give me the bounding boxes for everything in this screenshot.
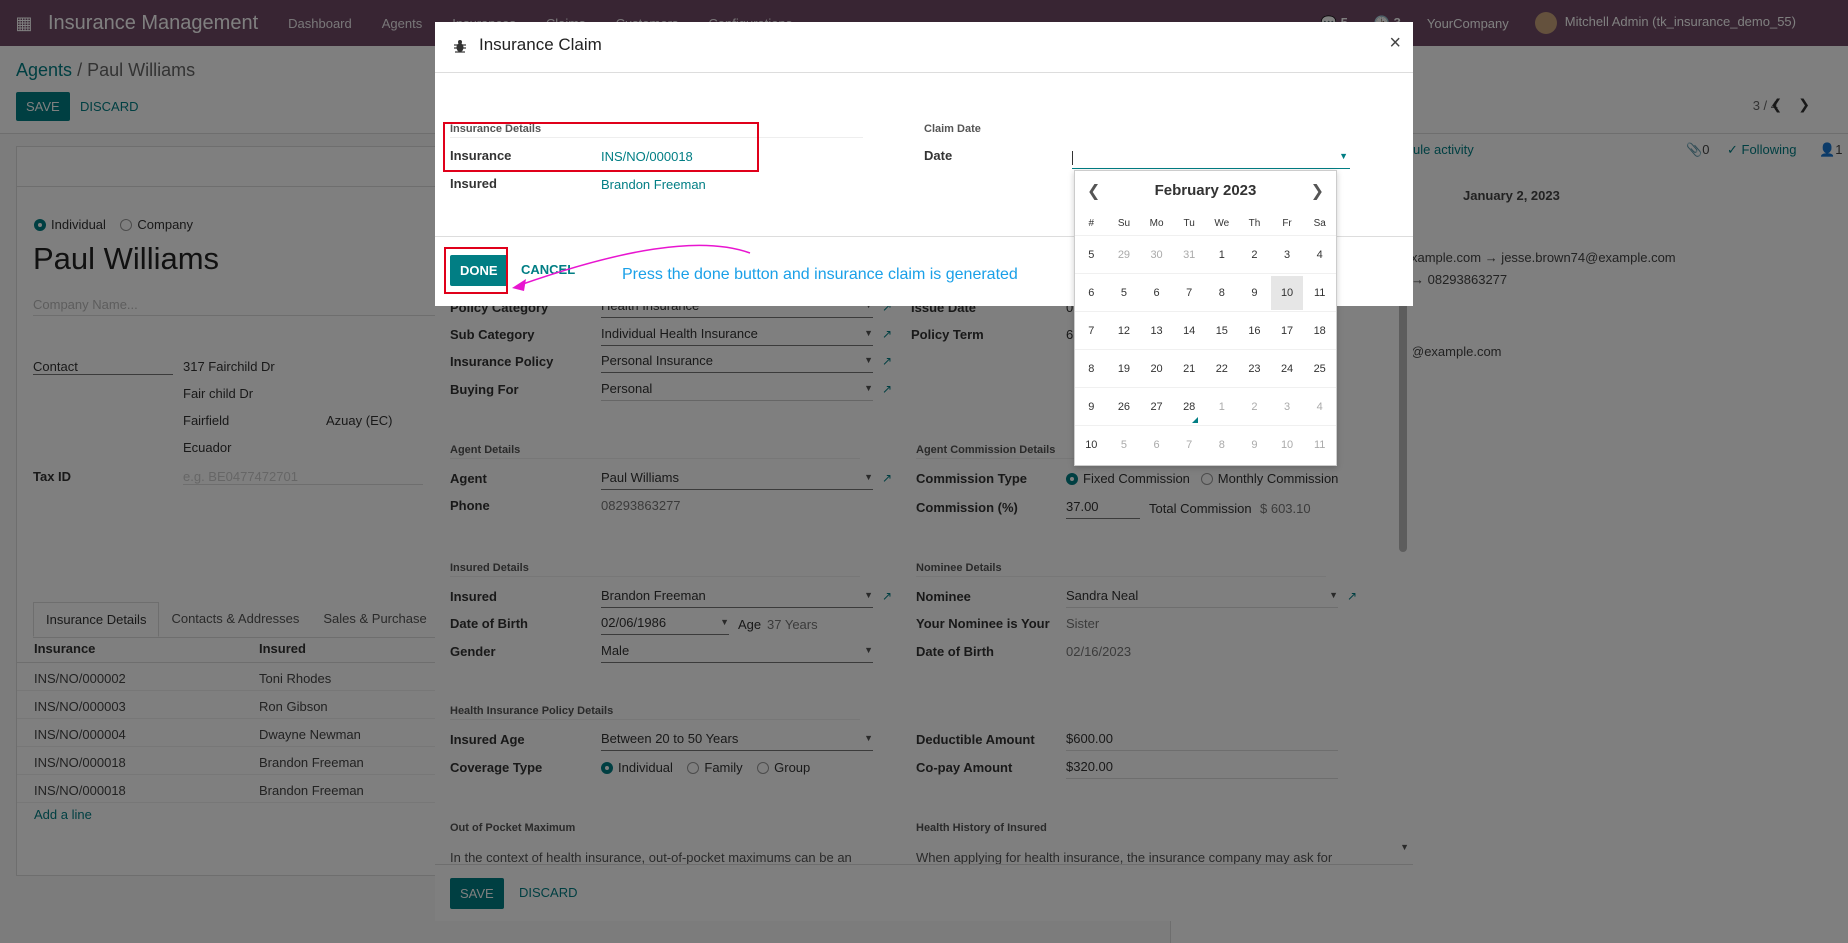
day-cell[interactable]: 18: [1303, 325, 1336, 337]
day-cell[interactable]: 9: [1238, 287, 1271, 299]
chevron-right-icon[interactable]: ❯: [1311, 181, 1324, 201]
datepicker-week-row: 6 5 6 7 8 9 10 11: [1075, 273, 1336, 311]
day-cell[interactable]: 11: [1303, 287, 1336, 299]
day-cell[interactable]: 1: [1206, 401, 1239, 413]
day-cell[interactable]: 7: [1173, 287, 1206, 299]
datepicker-week-row: 9 26 27 28 1 2 3 4: [1075, 387, 1336, 425]
day-cell[interactable]: 14: [1173, 325, 1206, 337]
week-number: 9: [1088, 400, 1095, 413]
day-cell[interactable]: 16: [1238, 325, 1271, 337]
day-cell[interactable]: 28: [1173, 401, 1206, 423]
annotation-arrow: [512, 244, 751, 291]
day-cell[interactable]: 5: [1108, 287, 1141, 299]
day-cell[interactable]: 23: [1238, 363, 1271, 375]
weekday-label: Sa: [1313, 217, 1326, 229]
day-cell[interactable]: 31: [1173, 249, 1206, 261]
weekday-label: Fr: [1282, 217, 1292, 229]
datepicker-header: ❮ February 2023 ❯: [1075, 171, 1336, 211]
day-cell[interactable]: 2: [1238, 249, 1271, 261]
day-cell[interactable]: 20: [1140, 363, 1173, 375]
week-number: 7: [1088, 324, 1095, 337]
datepicker-week-row: 10 5 6 7 8 9 10 11: [1075, 425, 1336, 463]
day-cell[interactable]: 27: [1140, 401, 1173, 413]
week-number: 8: [1088, 362, 1095, 375]
day-cell[interactable]: 6: [1140, 439, 1173, 451]
day-cell[interactable]: 19: [1108, 363, 1141, 375]
day-cell[interactable]: 8: [1206, 439, 1239, 451]
day-cell[interactable]: 25: [1303, 363, 1336, 375]
week-number: 6: [1088, 286, 1095, 299]
day-cell[interactable]: 3: [1271, 401, 1304, 413]
day-cell[interactable]: 17: [1271, 325, 1304, 337]
weekday-label: Su: [1117, 217, 1131, 229]
week-number: 10: [1085, 438, 1098, 451]
day-cell[interactable]: 4: [1303, 401, 1336, 413]
week-number: 5: [1088, 248, 1095, 261]
datepicker-week-row: 7 12 13 14 15 16 17 18: [1075, 311, 1336, 349]
day-cell[interactable]: 15: [1206, 325, 1239, 337]
weekday-label: #: [1088, 217, 1095, 229]
day-cell[interactable]: 3: [1271, 249, 1304, 261]
datepicker-month[interactable]: February 2023: [1075, 182, 1336, 199]
day-cell[interactable]: 26: [1108, 401, 1141, 413]
datepicker-popup: ❮ February 2023 ❯ # Su Mo Tu We Th Fr Sa 5 29 30 31…: [1074, 170, 1337, 466]
day-cell[interactable]: 13: [1140, 325, 1173, 337]
weekday-label: Th: [1248, 217, 1261, 229]
weekday-label: We: [1214, 217, 1230, 229]
day-cell[interactable]: 7: [1173, 439, 1206, 451]
day-cell[interactable]: 22: [1206, 363, 1239, 375]
day-cell[interactable]: 9: [1238, 439, 1271, 451]
datepicker-grid: # Su Mo Tu We Th Fr Sa 5 29 30 31 1 2 3 4 6 5 6 7 8 9 10 11 7 12 1…: [1075, 211, 1336, 463]
day-cell[interactable]: 8: [1206, 287, 1239, 299]
day-cell[interactable]: 24: [1271, 363, 1304, 375]
day-cell[interactable]: 30: [1140, 249, 1173, 261]
weekday-label: Mo: [1149, 217, 1164, 229]
day-cell[interactable]: 12: [1108, 325, 1141, 337]
day-cell[interactable]: 4: [1303, 249, 1336, 261]
datepicker-weekday-header: # Su Mo Tu We Th Fr Sa: [1075, 211, 1336, 235]
day-cell[interactable]: 2: [1238, 401, 1271, 413]
day-cell[interactable]: 6: [1140, 287, 1173, 299]
day-cell[interactable]: 21: [1173, 363, 1206, 375]
datepicker-week-row: 5 29 30 31 1 2 3 4: [1075, 235, 1336, 273]
day-cell[interactable]: 5: [1108, 439, 1141, 451]
datepicker-week-row: 8 19 20 21 22 23 24 25: [1075, 349, 1336, 387]
weekday-label: Tu: [1183, 217, 1195, 229]
day-cell[interactable]: 10: [1270, 275, 1304, 310]
day-cell[interactable]: 11: [1303, 439, 1336, 451]
day-cell[interactable]: 29: [1108, 249, 1141, 261]
day-cell[interactable]: 1: [1206, 249, 1239, 261]
day-cell[interactable]: 10: [1271, 439, 1304, 451]
